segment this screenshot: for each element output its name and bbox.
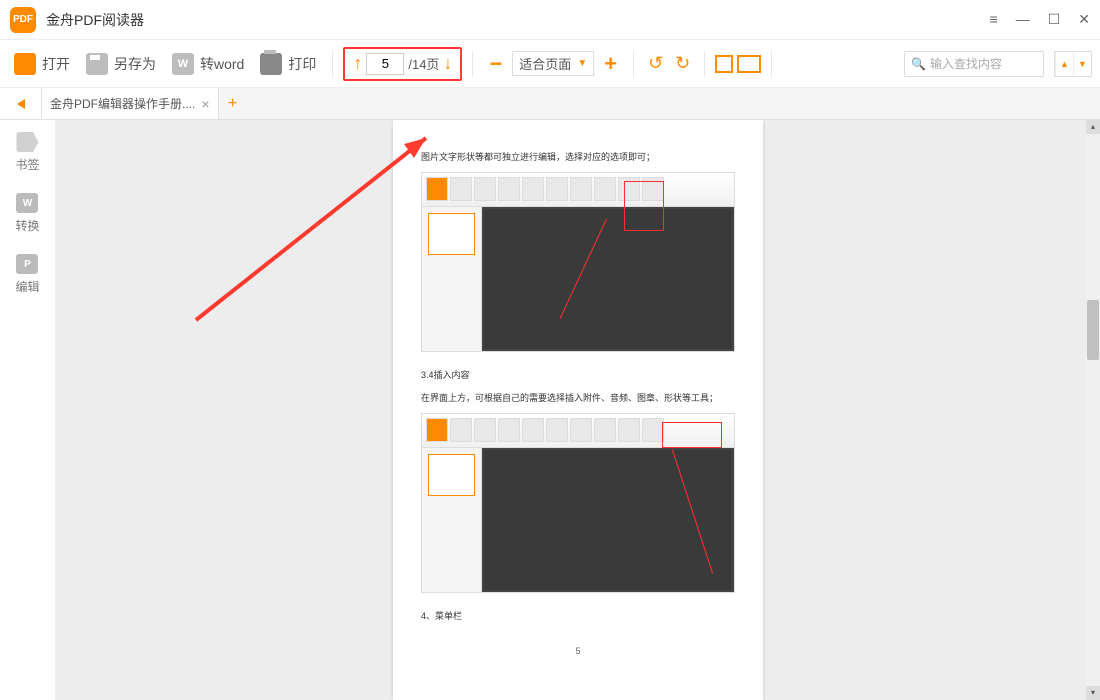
search-input[interactable]: 🔍 输入查找内容 bbox=[904, 51, 1044, 77]
open-button[interactable]: 打开 bbox=[8, 49, 76, 79]
sidebar-label: 书签 bbox=[15, 156, 39, 173]
new-tab-button[interactable]: + bbox=[219, 88, 247, 119]
page-total-label: /14页 bbox=[408, 54, 439, 73]
bookmark-icon bbox=[16, 132, 38, 152]
open-label: 打开 bbox=[42, 54, 70, 74]
to-word-button[interactable]: W 转word bbox=[166, 49, 250, 79]
print-label: 打印 bbox=[288, 54, 316, 74]
tab-title: 金舟PDF编辑器操作手册.... bbox=[50, 95, 195, 112]
printer-icon bbox=[260, 53, 282, 75]
search-icon: 🔍 bbox=[911, 57, 926, 71]
separator bbox=[771, 51, 772, 77]
next-page-button[interactable]: ↓ bbox=[443, 53, 452, 74]
folder-icon bbox=[14, 53, 36, 75]
print-button[interactable]: 打印 bbox=[254, 49, 322, 79]
title-bar: PDF 金舟PDF阅读器 ≡ — ☐ ✕ bbox=[0, 0, 1100, 40]
doc-text-line: 图片文字形状等都可独立进行编辑，选择对应的选项即可； bbox=[421, 150, 735, 164]
menu-icon[interactable]: ≡ bbox=[990, 11, 998, 28]
vertical-scrollbar[interactable]: ▴ ▾ bbox=[1086, 120, 1100, 700]
tab-bar: 金舟PDF编辑器操作手册.... × + bbox=[0, 88, 1100, 120]
sidebar-label: 编辑 bbox=[15, 278, 39, 295]
embedded-screenshot bbox=[421, 413, 735, 593]
doc-section-text: 在界面上方，可根据自己的需要选择插入附件、音频、图章、形状等工具； bbox=[421, 391, 735, 405]
double-page-view-button[interactable] bbox=[737, 55, 761, 73]
sidebar-label: 转换 bbox=[15, 217, 39, 234]
save-icon bbox=[86, 53, 108, 75]
tab-close-button[interactable]: × bbox=[201, 96, 209, 112]
toolbar: 打开 另存为 W 转word 打印 ↑ /14页 ↓ − 适合页面 ▼ + ↺ … bbox=[0, 40, 1100, 88]
sidebar-item-bookmarks[interactable]: 书签 bbox=[15, 132, 39, 173]
content-area: 书签 W 转换 P 编辑 图片文字形状等都可独立进行编辑，选择对应的选项即可； bbox=[0, 120, 1100, 700]
doc-menu-title: 4、菜单栏 bbox=[421, 609, 735, 623]
scroll-up-button[interactable]: ▴ bbox=[1086, 120, 1100, 134]
scroll-down-button[interactable]: ▾ bbox=[1086, 686, 1100, 700]
single-page-view-button[interactable] bbox=[715, 55, 733, 73]
sidebar: 书签 W 转换 P 编辑 bbox=[0, 120, 56, 700]
maximize-button[interactable]: ☐ bbox=[1048, 11, 1061, 28]
convert-icon: W bbox=[16, 193, 38, 213]
zoom-in-button[interactable]: + bbox=[598, 51, 623, 77]
save-as-button[interactable]: 另存为 bbox=[80, 49, 162, 79]
minimize-button[interactable]: — bbox=[1016, 11, 1030, 28]
word-icon: W bbox=[172, 53, 194, 75]
embedded-screenshot bbox=[421, 172, 735, 352]
zoom-out-button[interactable]: − bbox=[483, 51, 508, 77]
sidebar-item-convert[interactable]: W 转换 bbox=[15, 193, 39, 234]
close-button[interactable]: ✕ bbox=[1078, 11, 1090, 28]
separator bbox=[633, 51, 634, 77]
rotate-right-button[interactable]: ↻ bbox=[671, 53, 694, 74]
pdf-page: 图片文字形状等都可独立进行编辑，选择对应的选项即可； bbox=[393, 120, 763, 700]
sidebar-item-edit[interactable]: P 编辑 bbox=[15, 254, 39, 295]
document-tab[interactable]: 金舟PDF编辑器操作手册.... × bbox=[42, 88, 219, 119]
to-word-label: 转word bbox=[200, 54, 244, 74]
search-nav: ▲ ▼ bbox=[1054, 51, 1092, 77]
edit-icon: P bbox=[16, 254, 38, 274]
app-logo-icon: PDF bbox=[10, 7, 36, 33]
home-tab-button[interactable] bbox=[0, 88, 42, 119]
doc-section-title: 3.4插入内容 bbox=[421, 368, 735, 382]
document-viewport[interactable]: 图片文字形状等都可独立进行编辑，选择对应的选项即可； bbox=[56, 120, 1100, 700]
search-next-button[interactable]: ▼ bbox=[1073, 52, 1091, 76]
page-navigation: ↑ /14页 ↓ bbox=[343, 47, 462, 81]
app-title: 金舟PDF阅读器 bbox=[46, 10, 990, 30]
home-triangle-icon bbox=[17, 99, 25, 109]
save-as-label: 另存为 bbox=[114, 54, 156, 74]
separator bbox=[332, 51, 333, 77]
fit-mode-select[interactable]: 适合页面 ▼ bbox=[512, 51, 594, 76]
search-prev-button[interactable]: ▲ bbox=[1055, 52, 1073, 76]
page-number-input[interactable] bbox=[366, 53, 404, 75]
rotate-left-button[interactable]: ↺ bbox=[644, 53, 667, 74]
page-number-footer: 5 bbox=[421, 644, 735, 658]
prev-page-button[interactable]: ↑ bbox=[353, 53, 362, 74]
search-placeholder: 输入查找内容 bbox=[930, 55, 1002, 72]
chevron-down-icon: ▼ bbox=[577, 58, 587, 69]
fit-mode-label: 适合页面 bbox=[519, 54, 571, 73]
view-mode-group bbox=[715, 55, 761, 73]
separator bbox=[472, 51, 473, 77]
scroll-thumb[interactable] bbox=[1087, 300, 1099, 360]
separator bbox=[704, 51, 705, 77]
